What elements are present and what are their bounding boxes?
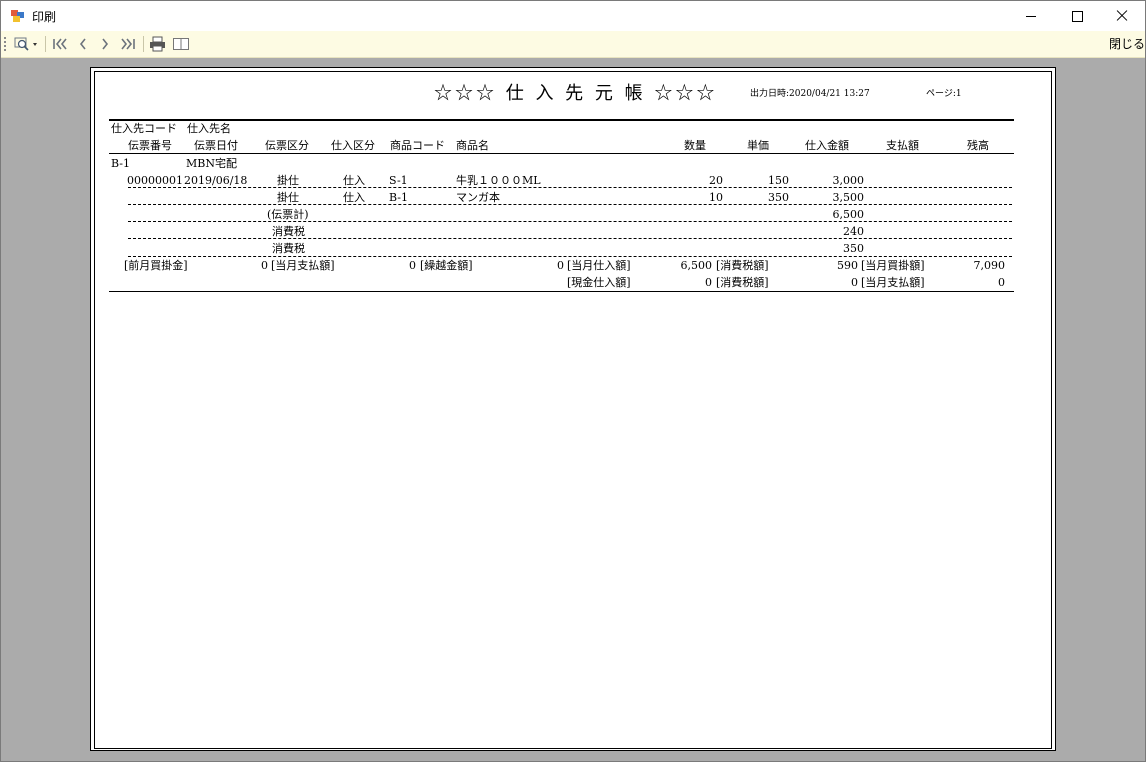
header-bottom-rule — [109, 153, 1014, 154]
row-divider — [128, 238, 1012, 239]
summary-label: [繰越金額] — [420, 259, 473, 272]
summary-value: 590 — [837, 259, 858, 272]
header-balance: 残高 — [967, 139, 989, 152]
minimize-button[interactable] — [1008, 1, 1054, 31]
toolbar-separator — [143, 36, 144, 52]
printer-icon[interactable] — [148, 35, 168, 53]
tax-amount: 240 — [843, 225, 864, 238]
row-purchase-type: 仕入 — [343, 191, 365, 204]
summary-value: 7,090 — [973, 259, 1006, 272]
report-bottom-rule — [109, 291, 1014, 292]
row-amount: 3,500 — [832, 191, 865, 204]
header-purchase-amount: 仕入金額 — [805, 139, 849, 152]
header-product-name: 商品名 — [456, 139, 489, 152]
summary-value: 0 — [557, 259, 564, 272]
toolbar-grip — [4, 37, 6, 51]
preview-toolbar — [1, 31, 1145, 58]
row-slip-type: 掛仕 — [277, 191, 299, 204]
row-amount: 3,000 — [832, 174, 865, 187]
row-quantity: 20 — [709, 174, 723, 187]
first-page-icon[interactable] — [50, 35, 70, 53]
header-product-code: 商品コード — [390, 139, 445, 152]
header-slip-no: 伝票番号 — [128, 139, 172, 152]
toolbar-separator — [45, 36, 46, 52]
summary-label: [当月仕入額] — [567, 259, 631, 272]
last-page-icon[interactable] — [118, 35, 138, 53]
summary-label: [前月買掛金] — [124, 259, 188, 272]
summary-label: [当月買掛額] — [861, 259, 925, 272]
magnifier-dropdown-icon[interactable] — [12, 35, 40, 53]
summary-value: 0 — [261, 259, 268, 272]
header-slip-date: 伝票日付 — [194, 139, 238, 152]
tax-amount: 350 — [843, 242, 864, 255]
row-product-code: B-1 — [389, 191, 409, 204]
slip-total-label: (伝票計) — [267, 208, 309, 221]
summary-value: 0 — [851, 276, 858, 289]
header-payment: 支払額 — [886, 139, 919, 152]
header-unit-price: 単価 — [747, 139, 769, 152]
next-page-icon[interactable] — [96, 35, 114, 53]
row-divider — [128, 204, 1012, 205]
summary-value: 0 — [705, 276, 712, 289]
summary-label: [当月支払額] — [271, 259, 335, 272]
title-bar: 印刷 — [1, 1, 1145, 31]
summary-value: 0 — [409, 259, 416, 272]
summary-value: 0 — [998, 276, 1005, 289]
row-slip-no: 00000001 — [127, 174, 183, 187]
page-layout-icon[interactable] — [171, 35, 191, 53]
output-datetime: 出力日時:2020/04/21 13:27 — [750, 89, 870, 99]
window-title: 印刷 — [32, 10, 57, 24]
row-unit-price: 350 — [768, 191, 789, 204]
row-product-name: 牛乳１０００ML — [456, 174, 541, 187]
header-quantity: 数量 — [684, 139, 706, 152]
report-title: ☆☆☆ 仕 入 先 元 帳 ☆☆☆ — [434, 83, 718, 104]
row-divider — [128, 221, 1012, 222]
header-slip-type: 伝票区分 — [265, 139, 309, 152]
report-page-border — [94, 71, 1052, 749]
tax-label: 消費税 — [272, 225, 305, 238]
row-date: 2019/06/18 — [184, 174, 248, 187]
header-supplier-name: 仕入先名 — [187, 122, 231, 135]
row-unit-price: 150 — [768, 174, 789, 187]
prev-page-icon[interactable] — [74, 35, 92, 53]
slip-total-amount: 6,500 — [832, 208, 865, 221]
header-supplier-code: 仕入先コード — [111, 122, 177, 135]
row-purchase-type: 仕入 — [343, 174, 365, 187]
header-purchase-type: 仕入区分 — [331, 139, 375, 152]
row-product-name: マンガ本 — [456, 191, 500, 204]
summary-label: [消費税額] — [716, 259, 769, 272]
row-product-code: S-1 — [389, 174, 408, 187]
summary-value: 6,500 — [680, 259, 713, 272]
tax-label: 消費税 — [272, 242, 305, 255]
supplier-name: MBN宅配 — [186, 157, 237, 170]
summary-label: [消費税額] — [716, 276, 769, 289]
supplier-code: B-1 — [111, 157, 131, 170]
header-top-rule — [109, 119, 1014, 121]
row-divider — [128, 187, 1012, 188]
row-divider — [128, 256, 1012, 257]
summary-label: [当月支払額] — [861, 276, 925, 289]
row-slip-type: 掛仕 — [277, 174, 299, 187]
app-icon — [11, 10, 24, 22]
page-number: ページ:1 — [926, 89, 962, 99]
close-button[interactable]: 閉じる — [1109, 35, 1145, 52]
row-quantity: 10 — [709, 191, 723, 204]
maximize-button[interactable] — [1054, 1, 1100, 31]
close-window-button[interactable] — [1099, 1, 1145, 31]
summary-label: [現金仕入額] — [567, 276, 631, 289]
